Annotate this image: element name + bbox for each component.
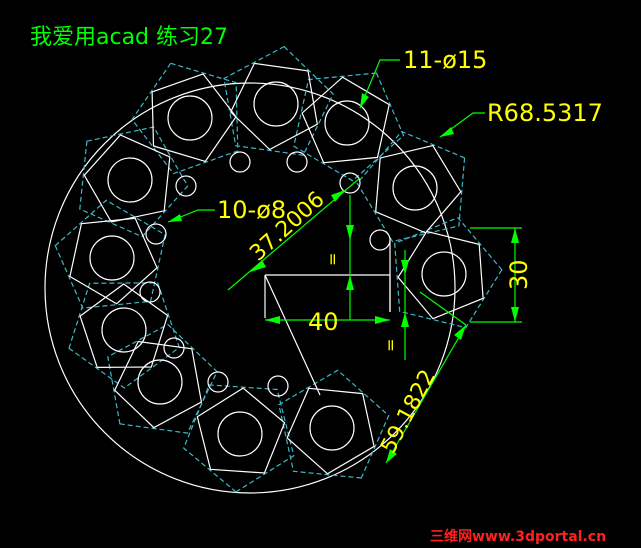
construction-line-top (265, 274, 391, 312)
hole-circle (107, 157, 153, 203)
dashed-pentagon-ring (54, 45, 503, 493)
hole-circle (309, 405, 355, 451)
drawing-title: 我爱用acad 练习27 (30, 25, 228, 50)
watermark: 三维网www.3dportal.cn (430, 528, 606, 545)
dim-40-text: 40 (308, 308, 339, 336)
pentagon-outline (397, 230, 484, 320)
tiny-hole (175, 175, 197, 197)
tiny-hole (145, 223, 167, 245)
pentagon-outline (113, 340, 203, 429)
dimension-40: 40 (265, 308, 390, 336)
dimension-37-2006: 37.2006 (227, 177, 361, 291)
leader-10-8: 10-ø8 (167, 196, 286, 224)
dim-eq-bottom: = (381, 339, 400, 352)
hole-circle (217, 411, 263, 457)
tiny-hole (369, 229, 391, 251)
dashed-pentagon (107, 323, 218, 434)
hole-circle (89, 235, 135, 281)
label-10-phi8: 10-ø8 (217, 196, 286, 224)
tiny-hole-group (139, 151, 391, 397)
pentagon-outline (79, 283, 169, 369)
pentagon-outline (229, 62, 318, 151)
dashed-pentagon (54, 199, 166, 309)
dimension-30: 30 (470, 227, 533, 323)
tiny-hole (286, 151, 308, 173)
dashed-pentagon (182, 384, 295, 493)
hole-circle (421, 251, 467, 297)
leader-r68: R68.5317 (439, 99, 603, 138)
pentagon-outline (301, 76, 390, 164)
dim-eq-top: = (323, 253, 342, 266)
label-11-phi15: 11-ø15 (403, 46, 487, 74)
tiny-hole (207, 371, 229, 393)
pentagon-outline (83, 134, 171, 223)
dashed-pentagon (356, 130, 466, 243)
tiny-hole (139, 281, 161, 303)
pentagon-outline (196, 387, 286, 474)
dim-59-text: 59.1822 (376, 366, 441, 458)
hole-circle (167, 95, 213, 141)
tiny-hole (229, 151, 251, 173)
dashed-pentagon (278, 369, 390, 479)
tiny-hole (163, 337, 185, 359)
pentagon-outline (375, 144, 462, 234)
dashed-pentagon (293, 72, 405, 182)
cad-drawing-canvas: 我爱用acad 练习27 40 30 = = 37.2006 59.1822 1… (30, 25, 606, 545)
dim-30-text: 30 (505, 259, 533, 290)
hole-circle (253, 81, 299, 127)
label-r68: R68.5317 (487, 99, 603, 127)
hole-circle (101, 307, 147, 353)
pentagon-outline (151, 73, 237, 163)
dashed-pentagon (68, 282, 181, 389)
hole-circle (392, 165, 438, 211)
